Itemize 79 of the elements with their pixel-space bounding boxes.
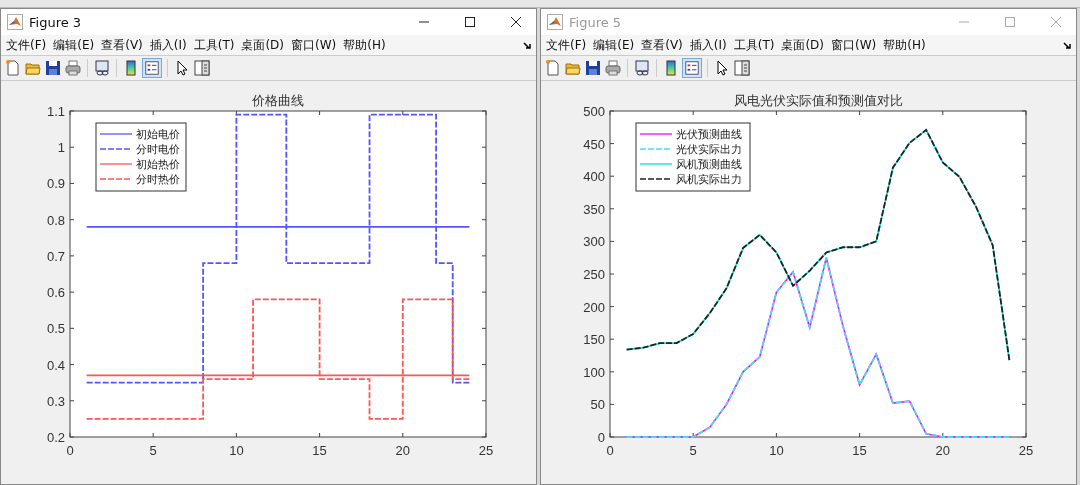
tick-label: 0 — [606, 443, 614, 458]
tick-label: 200 — [583, 299, 605, 315]
tick-label: 0.7 — [46, 248, 65, 264]
legend-label: 光伏预测曲线 — [676, 128, 742, 140]
legend-button[interactable] — [682, 58, 702, 78]
tick-label: 5 — [689, 443, 697, 458]
menu-item[interactable]: 文件(F) — [545, 36, 593, 54]
tick-label: 0.2 — [46, 430, 65, 445]
legend-label: 风机预测曲线 — [676, 158, 742, 170]
maximize-icon[interactable] — [464, 16, 476, 28]
tick-label: 350 — [583, 201, 605, 217]
logo-icon — [547, 14, 563, 30]
menu-item[interactable]: 窗口(W) — [830, 36, 883, 54]
menu-item[interactable]: 文件(F) — [5, 36, 53, 54]
tick-label: 20 — [935, 443, 951, 458]
menu-item[interactable]: 工具(T) — [732, 36, 781, 54]
menu-item[interactable]: 查看(V) — [100, 36, 149, 54]
tick-label: 0.9 — [46, 176, 65, 192]
tick-label: 15 — [852, 443, 867, 458]
tick-label: 25 — [478, 443, 494, 458]
tick-label: 450 — [583, 136, 605, 152]
menu-item[interactable]: 查看(V) — [640, 36, 689, 54]
tick-label: 1.1 — [46, 104, 65, 119]
menu-item[interactable]: 插入(I) — [688, 36, 733, 54]
tick-label: 100 — [583, 364, 605, 380]
chart-title: 风电光伏实际值和预测值对比 — [733, 93, 903, 108]
tick-label: 0.3 — [46, 393, 65, 409]
tick-label: 0 — [597, 430, 605, 445]
tick-label: 20 — [395, 443, 411, 458]
menu-item[interactable]: 桌面(D) — [240, 36, 290, 54]
save-icon[interactable] — [44, 59, 62, 77]
print-icon[interactable] — [64, 59, 82, 77]
tick-label: 25 — [1018, 443, 1034, 458]
close-icon[interactable] — [510, 16, 522, 28]
menu-item[interactable]: 工具(T) — [192, 36, 241, 54]
tick-label: 150 — [583, 332, 605, 348]
legend-label: 分时热价 — [136, 173, 180, 185]
menu-item[interactable]: 桌面(D) — [780, 36, 830, 54]
print-icon[interactable] — [604, 59, 622, 77]
link-plot-icon[interactable] — [633, 59, 651, 77]
legend-label: 分时电价 — [136, 143, 180, 155]
logo-icon — [7, 14, 23, 30]
new-file-icon[interactable] — [544, 59, 562, 77]
menu-item[interactable]: 编辑(E) — [52, 36, 101, 54]
tick-label: 10 — [769, 443, 784, 458]
dock-arrow-icon[interactable] — [523, 40, 532, 50]
tick-label: 0.5 — [46, 321, 65, 337]
legend-label: 初始电价 — [136, 128, 180, 140]
tick-label: 0.8 — [46, 212, 65, 228]
legend-label: 光伏实际出力 — [676, 143, 742, 155]
tick-label: 500 — [583, 104, 605, 119]
tick-label: 10 — [229, 443, 244, 458]
chart-title: 价格曲线 — [252, 93, 304, 108]
tick-label: 0 — [66, 443, 74, 458]
menu-item[interactable]: 帮助(H) — [342, 36, 392, 54]
tick-label: 250 — [583, 267, 605, 282]
window-title: Figure 3 — [29, 14, 82, 30]
menu-item[interactable]: 编辑(E) — [592, 36, 641, 54]
menu-item[interactable]: 窗口(W) — [290, 36, 343, 54]
tick-label: 15 — [312, 443, 327, 458]
window-title: Figure 5 — [569, 14, 622, 30]
legend-label: 风机实际出力 — [676, 173, 742, 185]
tick-label: 400 — [583, 169, 605, 185]
dock-arrow-icon[interactable] — [1063, 40, 1072, 50]
save-icon[interactable] — [584, 59, 602, 77]
legend-label: 初始热价 — [136, 158, 180, 170]
property-editor-icon[interactable] — [193, 59, 211, 77]
tick-label: 0.4 — [46, 357, 65, 373]
new-file-icon[interactable] — [4, 59, 22, 77]
tick-label: 0.6 — [46, 285, 65, 301]
tick-label: 1 — [57, 140, 65, 156]
menu-item[interactable]: 帮助(H) — [882, 36, 932, 54]
property-editor-icon[interactable] — [733, 59, 751, 77]
legend-button[interactable] — [142, 58, 162, 78]
tick-label: 50 — [590, 397, 605, 413]
link-plot-icon[interactable] — [93, 59, 111, 77]
tick-label: 5 — [149, 443, 157, 458]
menu-item[interactable]: 插入(I) — [148, 36, 193, 54]
tick-label: 300 — [583, 234, 605, 250]
